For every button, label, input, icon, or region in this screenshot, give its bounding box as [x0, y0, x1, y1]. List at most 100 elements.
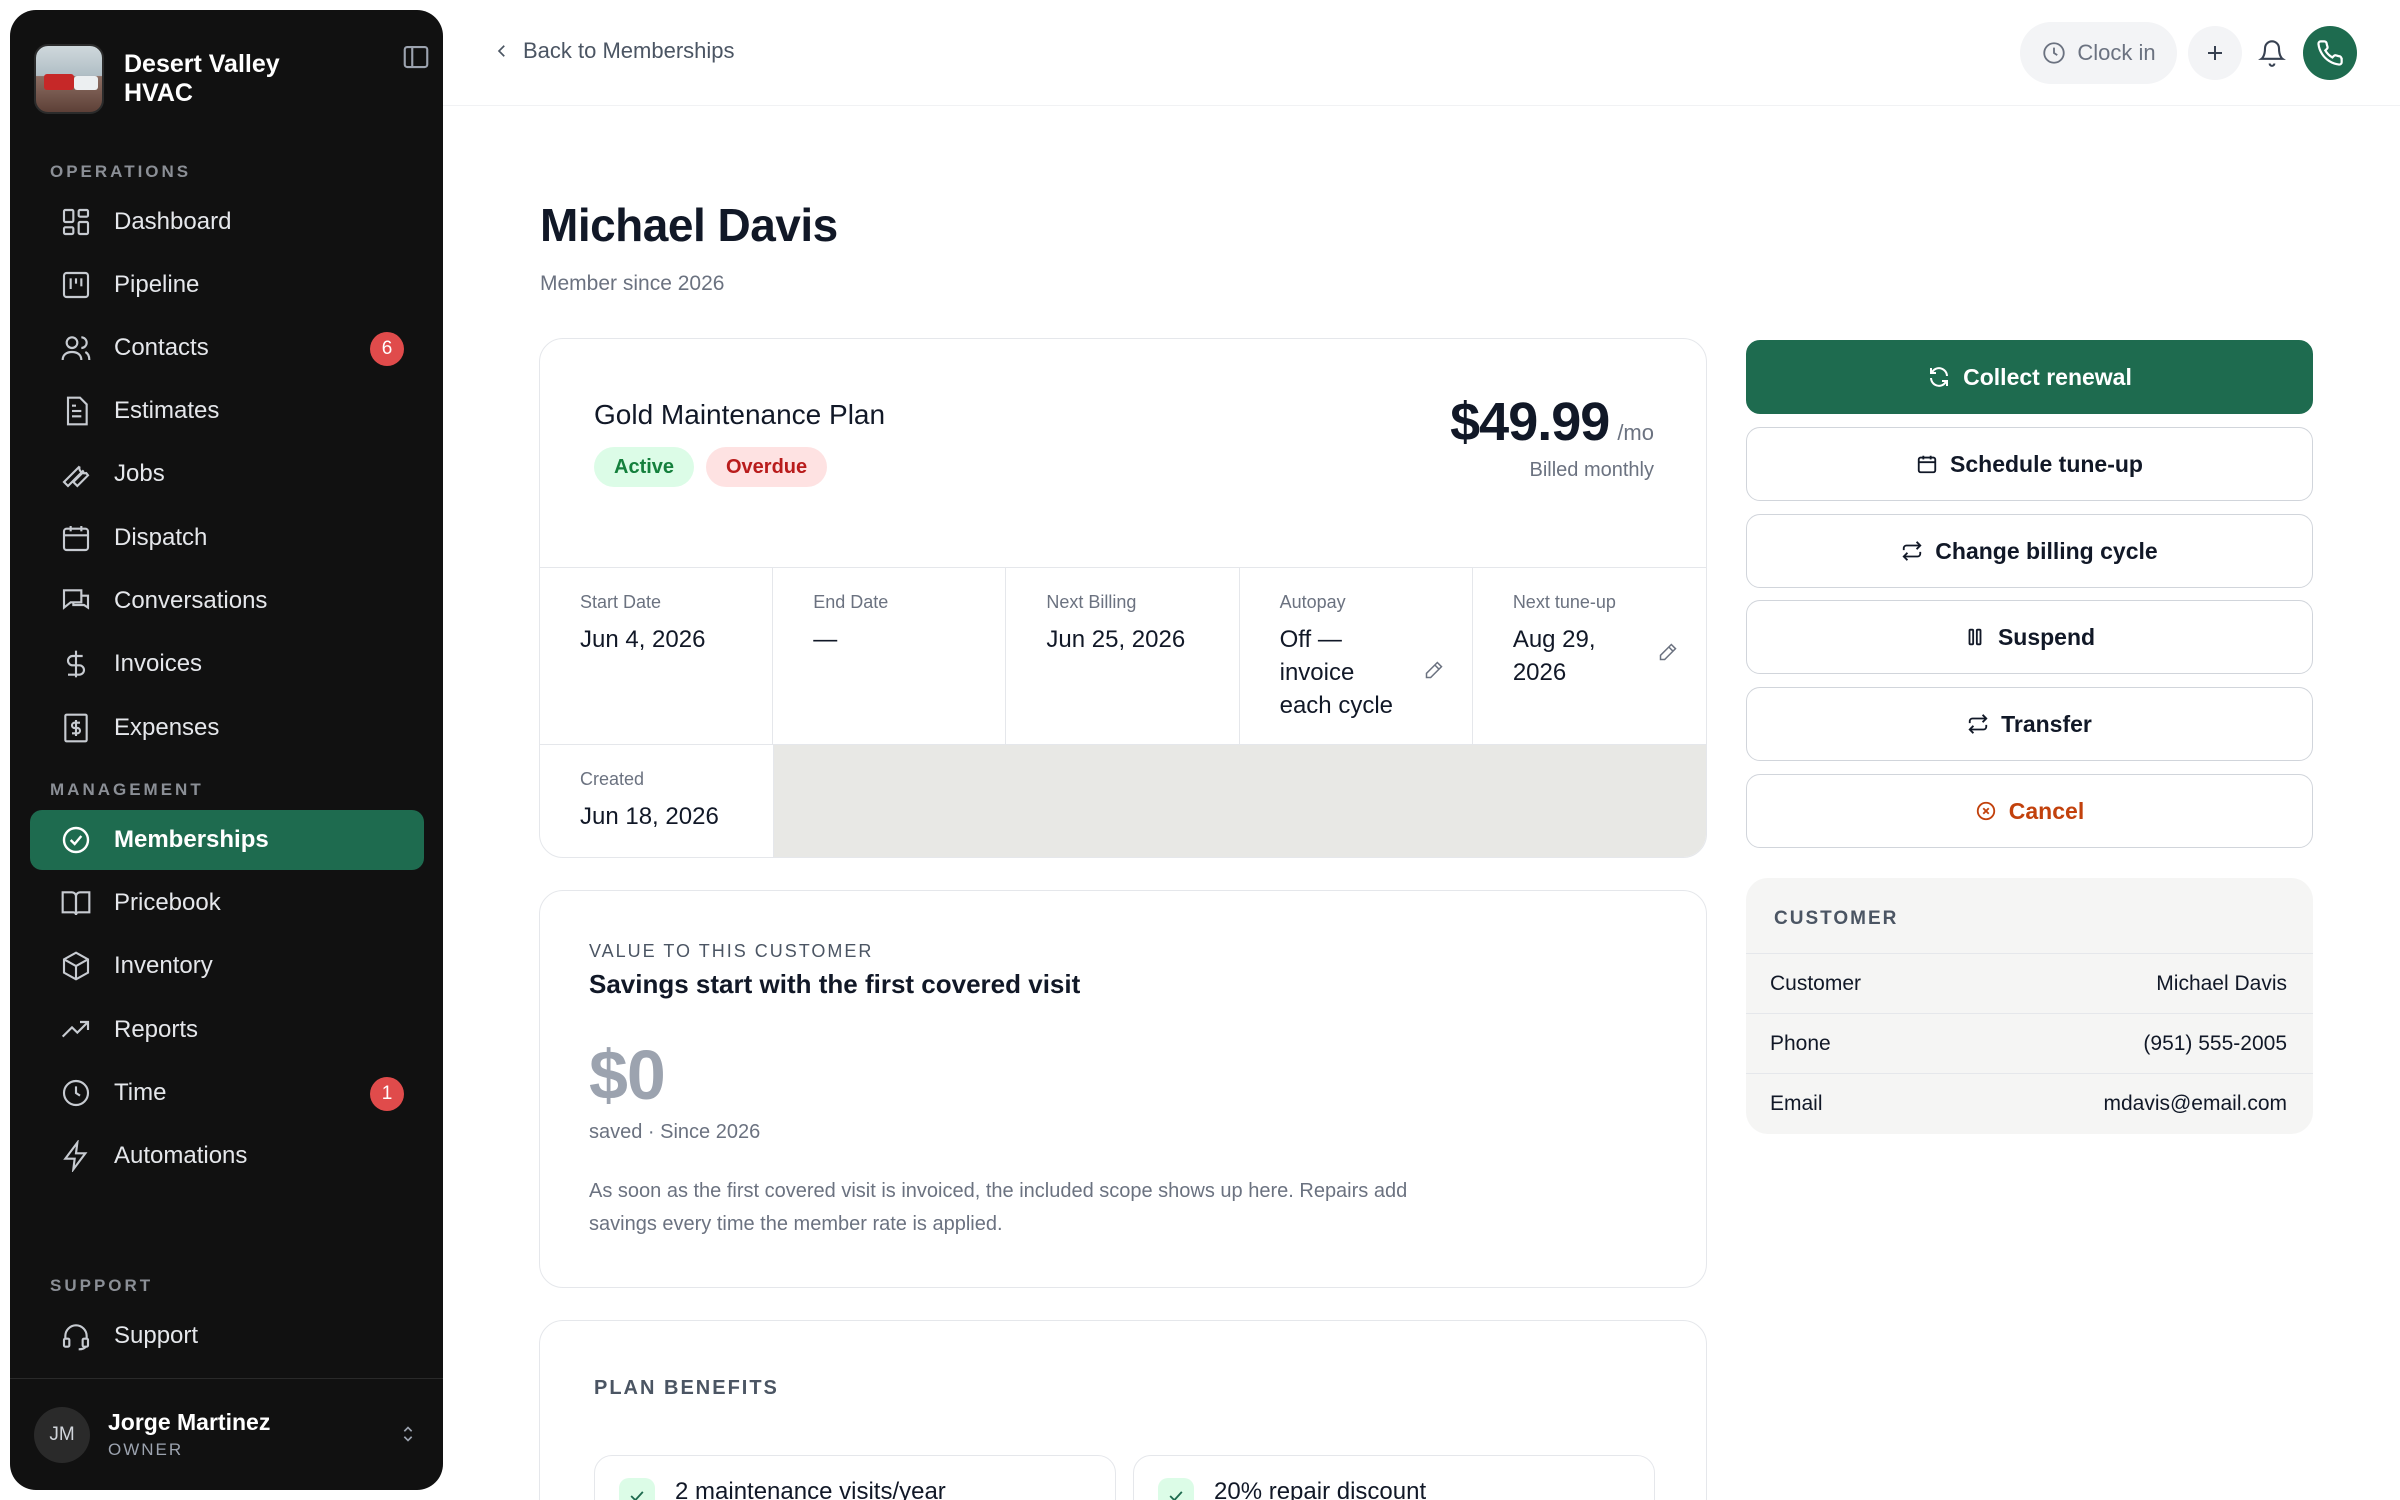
benefit-item: 20% repair discount	[1133, 1455, 1655, 1500]
empty-grid-area	[773, 745, 1706, 857]
field-value: —	[813, 626, 838, 653]
notifications-button[interactable]	[2245, 26, 2299, 80]
bolt-icon	[63, 1140, 88, 1172]
sidebar-item-label: Dispatch	[114, 524, 208, 551]
row-label: Phone	[1770, 1031, 1831, 1055]
sidebar-item-label: Contacts	[114, 334, 209, 361]
sidebar-toggle-icon[interactable]	[401, 42, 431, 72]
box-icon	[62, 951, 90, 981]
edit-tuneup-pencil-icon[interactable]	[1658, 642, 1678, 662]
brand-name: Desert Valley HVAC	[124, 50, 280, 107]
check-icon	[619, 1478, 655, 1500]
user-menu[interactable]: JM Jorge Martinez OWNER	[10, 1378, 443, 1490]
sidebar-item-inventory[interactable]: Inventory	[30, 936, 424, 996]
sidebar-item-label: Reports	[114, 1016, 199, 1043]
topbar: Back to Memberships Clock in	[443, 0, 2400, 106]
sidebar-item-conversations[interactable]: Conversations	[30, 571, 424, 631]
transfer-button[interactable]: Transfer	[1746, 687, 2313, 761]
next-billing-field: Next Billing Jun 25, 2026	[1006, 568, 1240, 744]
row-label: Customer	[1770, 971, 1862, 995]
field-value: Jun 18, 2026	[580, 803, 719, 830]
estimates-icon	[66, 396, 88, 426]
sidebar-item-support[interactable]: Support	[30, 1306, 424, 1366]
back-to-memberships-link[interactable]: Back to Memberships	[493, 38, 735, 64]
sidebar: Desert Valley HVAC OPERATIONS Dashboard …	[10, 10, 443, 1490]
page-subtitle: Member since 2026	[540, 272, 725, 295]
sidebar-item-dashboard[interactable]: Dashboard	[30, 192, 424, 252]
schedule-tuneup-button[interactable]: Schedule tune-up	[1746, 427, 2313, 501]
sidebar-item-label: Estimates	[114, 397, 220, 424]
add-button[interactable]	[2188, 26, 2242, 80]
wrench-icon	[62, 465, 90, 488]
field-label: Start Date	[580, 592, 662, 612]
plus-icon	[2208, 46, 2222, 60]
plan-price: $49.99 /mo	[1450, 391, 1654, 453]
field-label: Created	[580, 769, 645, 789]
section-label-operations: OPERATIONS	[50, 162, 192, 181]
field-label: Autopay	[1279, 592, 1346, 612]
pause-icon	[1968, 628, 1982, 646]
clock-icon	[62, 1079, 90, 1107]
book-icon	[61, 891, 91, 916]
plan-benefits-card: PLAN BENEFITS 2 maintenance visits/year …	[539, 1320, 1707, 1500]
sidebar-item-memberships[interactable]: Memberships	[30, 810, 424, 870]
trend-icon	[61, 1020, 90, 1038]
sidebar-item-pipeline[interactable]: Pipeline	[30, 255, 424, 315]
start-date-field: Start Date Jun 4, 2026	[540, 568, 774, 744]
value-card: VALUE TO THIS CUSTOMER Savings start wit…	[539, 890, 1707, 1288]
avatar: JM	[34, 1406, 90, 1463]
suspend-button[interactable]: Suspend	[1746, 600, 2313, 674]
benefit-label: 20% repair discount	[1214, 1478, 1427, 1500]
sidebar-item-contacts[interactable]: Contacts 6	[30, 318, 424, 378]
change-billing-cycle-button[interactable]: Change billing cycle	[1746, 514, 2313, 588]
sidebar-item-estimates[interactable]: Estimates	[30, 381, 424, 441]
row-value[interactable]: (951) 555-2005	[2143, 1032, 2287, 1056]
check-circle-icon	[62, 826, 90, 854]
field-value: Jun 4, 2026	[580, 626, 706, 653]
calendar-icon	[62, 526, 90, 552]
dollar-icon	[67, 650, 85, 678]
brand[interactable]: Desert Valley HVAC	[34, 34, 419, 124]
value-kicker: VALUE TO THIS CUSTOMER	[589, 941, 874, 961]
plan-details-grid: Start Date Jun 4, 2026 End Date — Next B…	[540, 567, 1706, 745]
section-label-management: MANAGEMENT	[50, 780, 204, 799]
clock-in-button[interactable]: Clock in	[2020, 22, 2177, 84]
cancel-membership-button[interactable]: Cancel	[1746, 774, 2313, 848]
field-value: Jun 25, 2026	[1046, 626, 1186, 653]
plan-name: Gold Maintenance Plan	[594, 399, 886, 430]
benefit-item: 2 maintenance visits/year	[594, 1455, 1116, 1500]
field-label: Next tune-up	[1512, 592, 1616, 612]
clock-in-label: Clock in	[2077, 40, 2156, 65]
field-value: Off — invoice each cycle	[1279, 626, 1393, 719]
sidebar-item-label: Pricebook	[114, 889, 221, 916]
phone-button[interactable]	[2303, 26, 2357, 80]
edit-autopay-pencil-icon[interactable]	[1424, 660, 1444, 680]
clock-icon	[2043, 42, 2066, 64]
contacts-icon	[61, 336, 91, 361]
refresh-icon	[1930, 367, 1949, 387]
sidebar-item-reports[interactable]: Reports	[30, 1000, 424, 1060]
sidebar-item-dispatch[interactable]: Dispatch	[30, 508, 424, 568]
button-label: Schedule tune-up	[1950, 450, 2143, 477]
plan-card: Gold Maintenance Plan Active Overdue $49…	[539, 338, 1707, 858]
price-amount: $49.99	[1450, 392, 1610, 452]
pipeline-icon	[62, 271, 90, 299]
sidebar-item-label: Inventory	[114, 952, 213, 979]
sidebar-item-jobs[interactable]: Jobs	[30, 444, 424, 504]
sidebar-item-time[interactable]: Time 1	[30, 1063, 424, 1123]
chevron-left-icon	[497, 45, 505, 57]
row-value[interactable]: Michael Davis	[2156, 972, 2287, 996]
collect-renewal-button[interactable]: Collect renewal	[1746, 340, 2313, 414]
chevron-up-down-icon	[397, 1423, 419, 1445]
dashboard-icon	[62, 208, 90, 236]
sidebar-item-automations[interactable]: Automations	[30, 1126, 424, 1186]
sidebar-item-invoices[interactable]: Invoices	[30, 634, 424, 694]
plan-details-grid-row2: Created Jun 18, 2026	[540, 745, 1706, 857]
sidebar-item-pricebook[interactable]: Pricebook	[30, 873, 424, 933]
row-value[interactable]: mdavis@email.com	[2103, 1092, 2287, 1116]
sidebar-item-label: Dashboard	[114, 208, 232, 235]
button-label: Collect renewal	[1963, 363, 2132, 390]
repeat-icon	[1902, 541, 1922, 561]
sidebar-item-expenses[interactable]: Expenses	[30, 698, 424, 758]
transfer-icon	[1968, 714, 1988, 734]
